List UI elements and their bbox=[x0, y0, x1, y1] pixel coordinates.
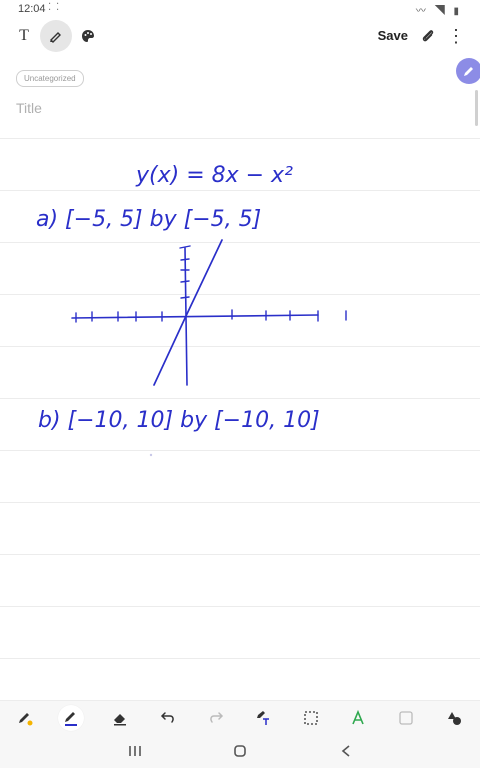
shape-button[interactable] bbox=[393, 705, 419, 731]
ruled-line bbox=[0, 554, 480, 555]
pen-button[interactable] bbox=[58, 705, 84, 731]
more-vert-icon: ⋮ bbox=[447, 25, 465, 46]
text-icon: T bbox=[19, 27, 29, 44]
title-input[interactable]: Title bbox=[16, 100, 42, 116]
shape-icon bbox=[399, 711, 413, 725]
insert-shape-icon bbox=[448, 712, 461, 725]
more-options-button[interactable]: ⋮ bbox=[440, 20, 472, 52]
ruled-line bbox=[0, 658, 480, 659]
style-icon bbox=[352, 709, 364, 725]
save-button[interactable]: Save bbox=[378, 28, 408, 43]
wifi-icon: ◥ bbox=[434, 6, 448, 17]
pen-icon bbox=[65, 712, 77, 726]
x-axis bbox=[71, 314, 319, 319]
text-mode-button[interactable]: T bbox=[8, 20, 40, 52]
function-curve bbox=[153, 239, 223, 386]
home-icon bbox=[234, 745, 246, 757]
selection-button[interactable] bbox=[298, 705, 324, 731]
home-button[interactable] bbox=[230, 742, 250, 760]
eraser-button[interactable] bbox=[107, 705, 133, 731]
eraser-icon bbox=[114, 714, 126, 726]
handwriting-canvas[interactable]: y(x) = 8x − x² a) [−5, 5] by [−5, 5] b) … bbox=[0, 140, 480, 470]
undo-button[interactable] bbox=[155, 705, 181, 731]
back-icon bbox=[341, 745, 350, 757]
paperclip-icon bbox=[422, 30, 434, 42]
ruled-line bbox=[0, 606, 480, 607]
style-button[interactable] bbox=[345, 705, 371, 731]
status-icons: 〰 ◥ ▮ bbox=[416, 2, 462, 17]
pen-icon bbox=[464, 67, 473, 76]
undo-icon bbox=[160, 712, 174, 723]
selection-icon bbox=[304, 711, 318, 725]
drawing-mode-button[interactable] bbox=[72, 20, 104, 52]
category-tag[interactable]: Uncategorized bbox=[16, 70, 84, 87]
ruled-line bbox=[0, 502, 480, 503]
notification-dots: ⁚ ⁚ bbox=[48, 2, 61, 13]
function-expression: y(x) = 8x − x² bbox=[135, 163, 293, 188]
recent-apps-icon bbox=[129, 746, 141, 756]
handwriting-pen-icon bbox=[50, 32, 61, 43]
drawing-toolbar bbox=[0, 700, 480, 735]
status-time: 12:04 bbox=[18, 3, 46, 15]
palette-icon bbox=[82, 30, 94, 42]
text-recognize-button[interactable] bbox=[250, 705, 276, 731]
pen-settings-icon bbox=[19, 713, 33, 726]
text-recognize-icon bbox=[257, 711, 269, 725]
ruled-line bbox=[0, 138, 480, 139]
navigation-bar bbox=[0, 734, 480, 768]
hand-drawn-graph bbox=[71, 239, 347, 386]
redo-button[interactable] bbox=[203, 705, 229, 731]
stray-dot bbox=[149, 453, 153, 457]
recent-apps-button[interactable] bbox=[125, 742, 145, 760]
battery-icon: ▮ bbox=[453, 6, 462, 17]
floating-pen-button[interactable] bbox=[456, 58, 480, 84]
back-button[interactable] bbox=[336, 742, 356, 760]
top-toolbar: T Save ⋮ bbox=[0, 18, 480, 54]
redo-icon bbox=[210, 712, 224, 723]
vibrate-icon: 〰 bbox=[415, 6, 429, 17]
pen-settings-button[interactable] bbox=[12, 705, 38, 731]
part-b-window: b) [−10, 10] by [−10, 10] bbox=[38, 408, 320, 433]
status-bar: 12:04 ⁚ ⁚ 〰 ◥ ▮ bbox=[0, 0, 480, 18]
part-a-window: a) [−5, 5] by [−5, 5] bbox=[36, 207, 261, 232]
scrollbar[interactable] bbox=[475, 90, 478, 126]
insert-shape-button[interactable] bbox=[441, 705, 467, 731]
handwriting-mode-button[interactable] bbox=[40, 20, 72, 52]
